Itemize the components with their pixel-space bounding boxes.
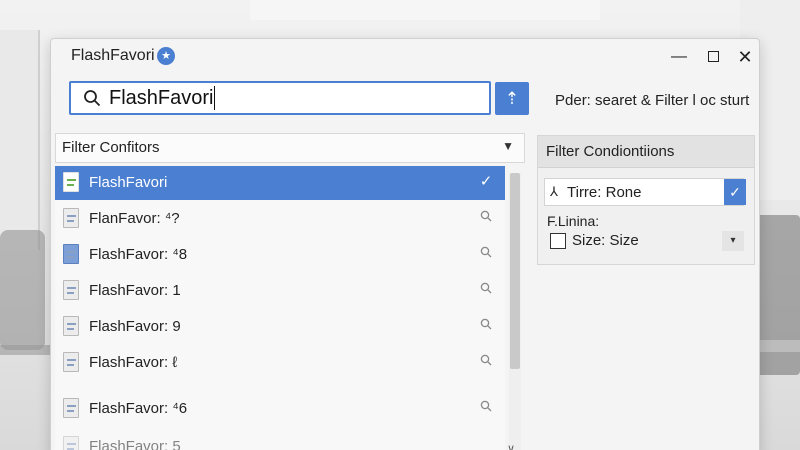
list-item-label: FlashFavor: ⁴6: [89, 400, 188, 417]
time-filter-field[interactable]: ⅄ Tirre: Rone: [544, 178, 744, 206]
search-icon[interactable]: [477, 281, 495, 299]
list-item-label: FlashFavor: 9: [89, 318, 181, 335]
search-icon[interactable]: [477, 353, 495, 371]
list-item-label: FlashFavor: ℓ: [89, 354, 178, 371]
app-window: FlashFavori ★ — ✕ FlashFavori ⇡ Pder: se…: [50, 38, 760, 450]
document-icon: [63, 398, 79, 418]
check-icon[interactable]: ✓: [477, 173, 495, 191]
search-icon[interactable]: [477, 317, 495, 335]
document-icon: [63, 436, 79, 450]
size-dropdown[interactable]: ▾: [722, 231, 744, 251]
background-desk-right: [755, 340, 800, 352]
search-icon[interactable]: [477, 245, 495, 263]
list-scrollbar[interactable]: [509, 173, 521, 450]
list-item[interactable]: FlashFavor: ⁴6: [55, 392, 505, 426]
maximize-button[interactable]: [701, 46, 725, 68]
filter-conditions-panel: Filter Condiontiions ⅄ Tirre: Rone ✓ F.L…: [537, 135, 755, 265]
maximize-icon: [707, 51, 719, 63]
list-item[interactable]: FlashFavor: ℓ: [55, 346, 505, 380]
filter-header-label: Filter Con​fitors: [62, 139, 160, 156]
list-item[interactable]: FlashFavori ✓: [55, 166, 505, 200]
search-icon[interactable]: [477, 209, 495, 227]
background-ceiling: [250, 0, 600, 20]
time-filter-label: Tirre: Rone: [567, 184, 642, 201]
sub-label: F.Linina:: [547, 213, 600, 229]
results-list: FlashFavori ✓ FlanFavor: ⁴? FlashFavor: …: [55, 166, 505, 450]
search-icon[interactable]: [477, 399, 495, 417]
size-checkbox[interactable]: [550, 233, 566, 249]
list-item-label: FlashFavor: 5: [89, 438, 181, 450]
list-item[interactable]: FlashFavor: 1: [55, 274, 505, 308]
list-item-label: FlanFavor: ⁴?: [89, 210, 180, 227]
list-item-label: FlashFavor: 1: [89, 282, 181, 299]
title-bar: FlashFavori ★ — ✕: [51, 39, 759, 75]
minimize-button[interactable]: —: [667, 46, 691, 68]
status-text: Pder: searet & Filter l oc sturt: [555, 92, 750, 109]
list-item[interactable]: FlanFavor: ⁴?: [55, 202, 505, 236]
panel-title: Filter Condiontiions: [538, 136, 754, 168]
search-icon: [84, 90, 101, 107]
document-icon: [63, 280, 79, 300]
person-icon: ⅄: [550, 184, 558, 199]
star-badge-icon: ★: [157, 47, 175, 65]
background-window: [0, 30, 40, 250]
document-icon: [63, 352, 79, 372]
folder-icon: [63, 244, 79, 264]
list-item[interactable]: FlashFavor: ⁴8: [55, 238, 505, 272]
background-chair: [0, 230, 45, 350]
list-item-label: FlashFavor: ⁴8: [89, 246, 188, 263]
caret-down-icon: ▼: [502, 139, 514, 153]
list-item-label: FlashFavori: [89, 174, 168, 191]
filter-conditions-dropdown[interactable]: Filter Con​fitors ▼: [55, 133, 525, 163]
scrollbar-thumb[interactable]: [510, 173, 520, 369]
search-input[interactable]: FlashFavori: [69, 81, 491, 115]
document-icon: [63, 172, 79, 192]
background-desk: [0, 345, 50, 355]
list-item[interactable]: FlashFavor: 9: [55, 310, 505, 344]
time-filter-checkbox[interactable]: ✓: [724, 179, 746, 205]
document-icon: [63, 208, 79, 228]
search-value: FlashFavori: [109, 86, 216, 110]
size-label: Size: Size: [572, 232, 639, 249]
search-action-button[interactable]: ⇡: [495, 82, 529, 115]
chevron-down-icon[interactable]: ∨: [507, 442, 515, 450]
close-button[interactable]: ✕: [733, 46, 757, 68]
list-item[interactable]: FlashFavor: 5: [55, 430, 505, 450]
document-icon: [63, 316, 79, 336]
window-title: FlashFavori: [71, 47, 155, 64]
